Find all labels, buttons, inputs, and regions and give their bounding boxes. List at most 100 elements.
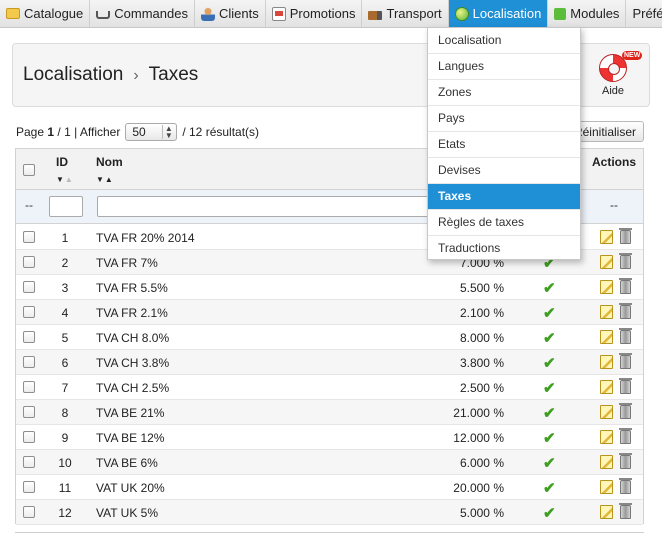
trash-icon[interactable] [619,253,632,269]
row-checkbox[interactable] [23,231,35,243]
row-checkbox[interactable] [23,481,35,493]
trash-icon[interactable] [619,353,632,369]
table-row[interactable]: 11 VAT UK 20% 20.000 % ✔ [16,475,643,500]
nav-item-catalogue[interactable]: Catalogue [0,0,91,27]
dropdown-item-zones[interactable]: Zones [428,80,580,106]
row-checkbox[interactable] [23,281,35,293]
dropdown-item-langues[interactable]: Langues [428,54,580,80]
row-checkbox[interactable] [23,406,35,418]
row-checkbox[interactable] [23,381,35,393]
promo-icon [271,6,286,21]
trash-icon[interactable] [619,278,632,294]
dropdown-item-devises[interactable]: Devises [428,158,580,184]
trash-icon[interactable] [619,228,632,244]
trash-icon[interactable] [619,503,632,519]
cell-id: 6 [61,356,69,370]
enabled-check-icon[interactable]: ✔ [543,304,556,322]
select-all-checkbox[interactable] [23,164,35,176]
nav-item-localisation[interactable]: Localisation [448,0,549,27]
enabled-check-icon[interactable]: ✔ [543,404,556,422]
nav-item-promotions[interactable]: Promotions [266,0,363,27]
breadcrumb-parent[interactable]: Localisation [23,64,123,85]
enabled-check-icon[interactable]: ✔ [543,354,556,372]
enabled-check-icon[interactable]: ✔ [543,279,556,297]
name-filter-input[interactable] [97,196,432,217]
table-row[interactable]: 5 TVA CH 8.0% 8.000 % ✔ [16,325,643,350]
per-page-select[interactable]: 50 ▲ ▼ [125,123,178,141]
table-row[interactable]: 7 TVA CH 2.5% 2.500 % ✔ [16,375,643,400]
folder-icon [6,8,20,19]
trash-icon[interactable] [619,478,632,494]
edit-icon[interactable] [600,355,613,369]
nav-item-transport[interactable]: Transport [362,0,449,27]
enabled-check-icon[interactable]: ✔ [543,479,556,497]
table-row[interactable]: 8 TVA BE 21% 21.000 % ✔ [16,400,643,425]
row-checkbox[interactable] [23,256,35,268]
trash-icon[interactable] [619,428,632,444]
puzzle-icon [554,7,567,20]
table-row[interactable]: 9 TVA BE 12% 12.000 % ✔ [16,425,643,450]
dropdown-item-traductions[interactable]: Traductions [428,236,580,262]
edit-icon[interactable] [600,230,613,244]
edit-icon[interactable] [600,330,613,344]
row-checkbox[interactable] [23,431,35,443]
per-page-value: 50 [132,125,146,139]
trash-icon[interactable] [619,453,632,469]
cell-rate: 3.800 % [459,356,504,370]
row-checkbox[interactable] [23,456,35,468]
dropdown-item-taxes[interactable]: Taxes [428,184,580,210]
enabled-check-icon[interactable]: ✔ [543,429,556,447]
row-checkbox[interactable] [23,331,35,343]
trash-icon[interactable] [619,328,632,344]
edit-icon[interactable] [600,305,613,319]
table-row[interactable]: 6 TVA CH 3.8% 3.800 % ✔ [16,350,643,375]
row-checkbox[interactable] [23,506,35,518]
trash-icon[interactable] [619,303,632,319]
sort-id-icon[interactable]: ▼▲ [56,175,74,184]
reset-filter-button[interactable]: Réinitialiser [572,121,644,142]
edit-icon[interactable] [600,480,613,494]
nav-label: Promotions [289,6,356,21]
enabled-check-icon[interactable]: ✔ [543,504,556,522]
cell-rate: 20.000 % [453,481,504,495]
cell-name: TVA FR 7% [96,256,158,270]
edit-icon[interactable] [600,405,613,419]
top-nav: Catalogue Commandes Clients Promotions T… [0,0,662,28]
id-filter-input[interactable] [49,196,83,217]
edit-icon[interactable] [600,280,613,294]
nav-item-clients[interactable]: Clients [195,0,266,27]
enabled-check-icon[interactable]: ✔ [543,329,556,347]
help-button[interactable]: NEW Aide [593,51,643,104]
table-row[interactable]: 12 VAT UK 5% 5.000 % ✔ [16,500,643,525]
cell-rate: 21.000 % [453,406,504,420]
dropdown-item-localisation[interactable]: Localisation [428,28,580,54]
trash-icon[interactable] [619,378,632,394]
row-checkbox[interactable] [23,356,35,368]
enabled-check-icon[interactable]: ✔ [543,454,556,472]
sort-name-icon[interactable]: ▼▲ [96,175,114,184]
trash-icon[interactable] [619,403,632,419]
enabled-check-icon[interactable]: ✔ [543,379,556,397]
table-row[interactable]: 10 TVA BE 6% 6.000 % ✔ [16,450,643,475]
edit-icon[interactable] [600,455,613,469]
nav-item-commandes[interactable]: Commandes [90,0,195,27]
cell-id: 5 [61,331,69,345]
table-row[interactable]: 4 TVA FR 2.1% 2.100 % ✔ [16,300,643,325]
cell-id: 7 [61,381,69,395]
edit-icon[interactable] [600,505,613,519]
dropdown-item-pays[interactable]: Pays [428,106,580,132]
edit-icon[interactable] [600,430,613,444]
nav-item-modules[interactable]: Modules [548,0,627,27]
dropdown-item-etats[interactable]: Etats [428,132,580,158]
dropdown-item-regles-de-taxes[interactable]: Règles de taxes [428,210,580,236]
cell-id: 4 [61,306,69,320]
cell-name: TVA CH 8.0% [96,331,170,345]
edit-icon[interactable] [600,255,613,269]
breadcrumb-separator: › [133,67,139,84]
row-checkbox[interactable] [23,306,35,318]
table-row[interactable]: 3 TVA FR 5.5% 5.500 % ✔ [16,275,643,300]
cell-name: TVA BE 6% [96,456,158,470]
pagination-prefix: Page [16,125,45,139]
edit-icon[interactable] [600,380,613,394]
nav-item-preferences[interactable]: Préfére [626,0,662,27]
